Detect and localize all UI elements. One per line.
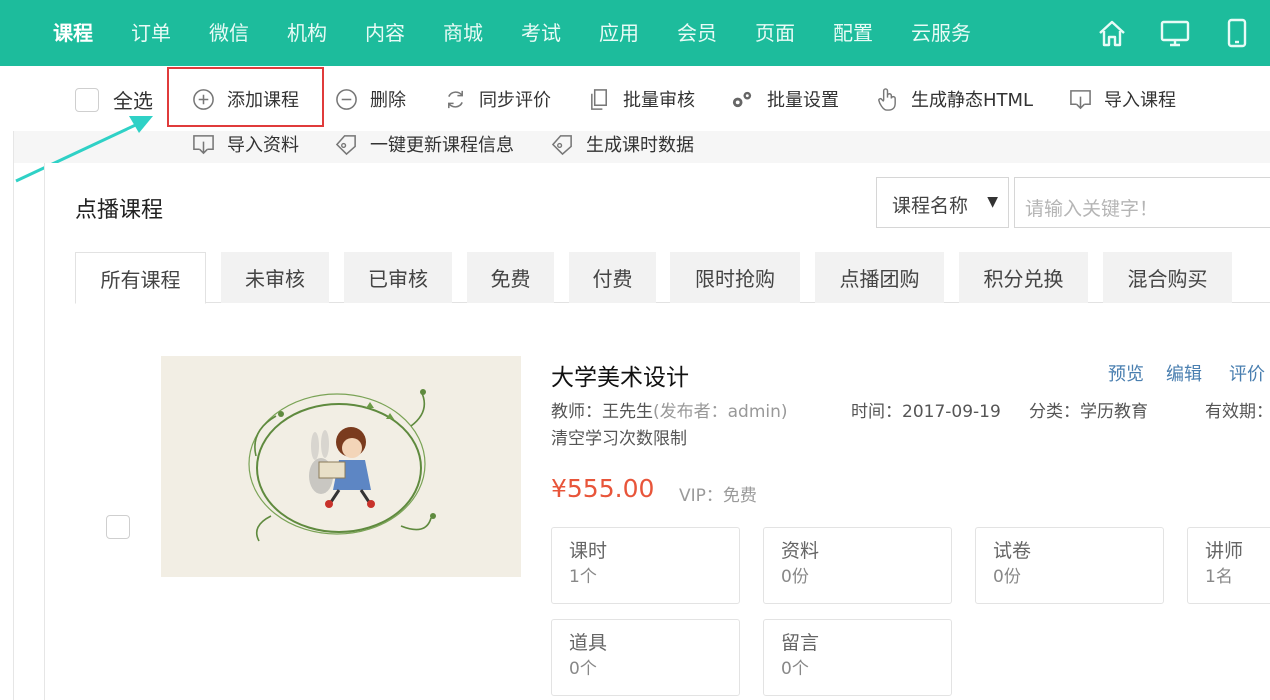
nav-item-members[interactable]: 会员 (677, 20, 717, 46)
tab-mixed-purchase[interactable]: 混合购买 (1103, 252, 1232, 303)
generate-lesson-data-label: 生成课时数据 (586, 135, 694, 156)
nav-item-config[interactable]: 配置 (833, 20, 873, 46)
stat-materials[interactable]: 资料 0份 (763, 527, 952, 604)
import-icon (1070, 89, 1091, 109)
tab-points-exchange[interactable]: 积分兑换 (959, 252, 1088, 303)
left-divider (13, 131, 14, 700)
stat-value: 1个 (569, 567, 597, 587)
top-nav-bar: 课程 订单 微信 机构 内容 商城 考试 应用 会员 页面 配置 云服务 (0, 0, 1270, 66)
nav-item-cloud[interactable]: 云服务 (911, 20, 971, 46)
hand-pointer-icon (878, 87, 896, 111)
stat-lessons[interactable]: 课时 1个 (551, 527, 740, 604)
stat-label: 资料 (781, 540, 820, 562)
sync-review-label: 同步评价 (479, 90, 551, 111)
course-illustration-image (248, 389, 436, 542)
edit-link[interactable]: 编辑 (1166, 360, 1202, 386)
tab-free[interactable]: 免费 (467, 252, 554, 303)
update-course-info-label: 一键更新课程信息 (370, 135, 514, 156)
plus-circle-icon (193, 88, 214, 110)
sync-review-button[interactable]: 同步评价 (444, 85, 551, 113)
import-material-label: 导入资料 (227, 135, 299, 156)
desktop-icon[interactable] (1159, 17, 1191, 49)
publisher-text: (发布者：admin) (653, 402, 788, 422)
nav-item-mall[interactable]: 商城 (443, 20, 483, 46)
gears-icon (732, 91, 752, 107)
add-course-label: 添加课程 (227, 90, 299, 111)
tag-icon (335, 134, 356, 155)
tab-reviewed[interactable]: 已审核 (344, 252, 452, 303)
course-description: 清空学习次数限制 (551, 429, 687, 449)
copy-icon (591, 88, 607, 110)
generate-lesson-data-button[interactable]: 生成课时数据 (551, 130, 694, 158)
generate-html-label: 生成静态HTML (911, 90, 1034, 111)
tag-icon (551, 134, 572, 155)
course-price: ¥555.00 (551, 474, 655, 503)
batch-settings-button[interactable]: 批量设置 (730, 85, 839, 113)
import-icon (193, 134, 214, 154)
tab-group-buy[interactable]: 点播团购 (815, 252, 944, 303)
course-title[interactable]: 大学美术设计 (551, 358, 689, 392)
import-course-button[interactable]: 导入课程 (1069, 85, 1176, 113)
nav-item-content[interactable]: 内容 (365, 20, 405, 46)
delete-button[interactable]: 删除 (335, 85, 406, 113)
refresh-icon (448, 90, 463, 108)
search-field-select[interactable]: 课程名称 ▼ (876, 177, 1009, 228)
teacher-text: 教师：王先生 (551, 402, 653, 422)
tab-all-courses[interactable]: 所有课程 (75, 252, 206, 304)
stat-props[interactable]: 道具 0个 (551, 619, 740, 696)
generate-html-button[interactable]: 生成静态HTML (876, 85, 1033, 113)
stat-label: 课时 (569, 540, 608, 562)
search-input[interactable] (1014, 177, 1270, 228)
course-row-checkbox[interactable] (106, 515, 130, 539)
add-course-button[interactable]: 添加课程 (192, 85, 299, 113)
home-icon[interactable] (1096, 17, 1128, 49)
nav-item-institution[interactable]: 机构 (287, 20, 327, 46)
tab-unreviewed[interactable]: 未审核 (221, 252, 329, 303)
nav-item-course[interactable]: 课程 (53, 20, 93, 46)
stat-label: 道具 (569, 632, 608, 654)
review-link[interactable]: 评价 (1229, 360, 1265, 386)
stat-exams[interactable]: 试卷 0份 (975, 527, 1164, 604)
mobile-icon[interactable] (1221, 17, 1253, 49)
update-course-info-button[interactable]: 一键更新课程信息 (335, 130, 514, 158)
stat-value: 1名 (1205, 567, 1233, 587)
minus-circle-icon (336, 88, 357, 110)
nav-item-apps[interactable]: 应用 (599, 20, 639, 46)
nav-item-orders[interactable]: 订单 (131, 20, 171, 46)
nav-item-wechat[interactable]: 微信 (209, 20, 249, 46)
nav-item-pages[interactable]: 页面 (755, 20, 795, 46)
stat-label: 讲师 (1205, 540, 1244, 562)
batch-review-label: 批量审核 (623, 90, 695, 111)
tab-paid[interactable]: 付费 (569, 252, 656, 303)
course-validity: 有效期： (1205, 402, 1270, 422)
vip-price: VIP：免费 (679, 486, 757, 506)
stat-value: 0份 (993, 567, 1021, 587)
stat-lecturers[interactable]: 讲师 1名 (1187, 527, 1270, 604)
stat-messages[interactable]: 留言 0个 (763, 619, 952, 696)
search-field-value: 课程名称 (892, 195, 969, 217)
batch-settings-label: 批量设置 (767, 90, 839, 111)
course-category: 分类：学历教育 (1029, 402, 1148, 422)
import-course-label: 导入课程 (1104, 90, 1176, 111)
stat-label: 试卷 (993, 540, 1032, 562)
import-material-button[interactable]: 导入资料 (192, 130, 299, 158)
nav-item-exam[interactable]: 考试 (521, 20, 561, 46)
stat-value: 0份 (781, 567, 809, 587)
delete-label: 删除 (370, 90, 406, 111)
tab-flash-sale[interactable]: 限时抢购 (670, 252, 800, 303)
preview-link[interactable]: 预览 (1108, 360, 1144, 386)
batch-review-button[interactable]: 批量审核 (588, 85, 695, 113)
course-teacher: 教师：王先生(发布者：admin) (551, 397, 788, 422)
stat-value: 0个 (569, 659, 597, 679)
course-thumbnail[interactable] (161, 356, 521, 577)
course-time: 时间：2017-09-19 (851, 402, 1001, 422)
caret-down-icon: ▼ (987, 194, 998, 210)
page-title: 点播课程 (75, 198, 164, 223)
stat-value: 0个 (781, 659, 809, 679)
stat-label: 留言 (781, 632, 820, 654)
